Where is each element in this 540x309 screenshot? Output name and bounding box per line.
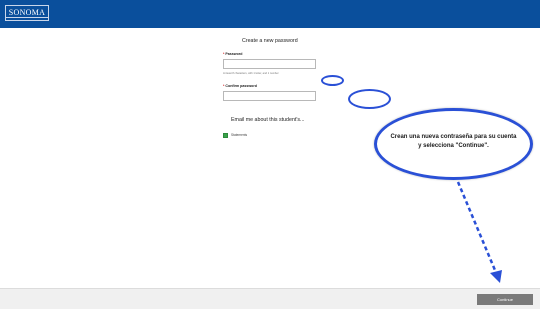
- confirm-password-input[interactable]: [223, 91, 316, 101]
- form-title: Create a new password: [242, 38, 298, 44]
- annotation-callout: Crean una nueva contraseña para su cuent…: [374, 108, 533, 180]
- password-label: * Password: [223, 52, 242, 56]
- password-label-text: Password: [225, 52, 243, 56]
- statements-checkbox[interactable]: [223, 133, 228, 138]
- logo-text: SONOMA: [8, 8, 46, 17]
- footer-bar: Continue: [0, 288, 540, 309]
- annotation-oval-medium: [348, 89, 391, 109]
- password-input[interactable]: [223, 59, 316, 69]
- password-hint: At least 8 characters, with 1 letter, an…: [223, 72, 279, 75]
- annotation-callout-text: Crean una nueva contraseña para su cuent…: [390, 134, 517, 149]
- logo-underline: [6, 17, 48, 19]
- confirm-password-label-text: Confirm password: [225, 84, 257, 88]
- sonoma-logo: SONOMA: [5, 5, 49, 21]
- continue-button[interactable]: Continue: [477, 294, 533, 305]
- email-section-heading: Email me about this student's...: [231, 117, 305, 123]
- statements-label: Statements: [231, 133, 248, 137]
- annotation-oval-small: [321, 75, 344, 86]
- page: SONOMA Create a new password * Password …: [0, 0, 540, 309]
- top-bar: SONOMA: [0, 0, 540, 28]
- dashed-arrow-icon: [456, 181, 502, 283]
- confirm-password-label: * Confirm password: [223, 84, 257, 88]
